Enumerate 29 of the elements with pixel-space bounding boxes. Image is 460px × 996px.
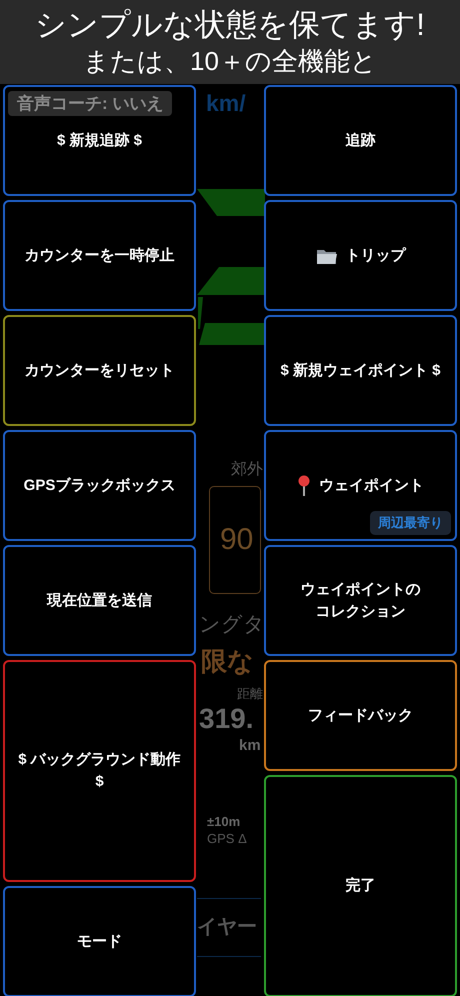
menu-button[interactable]: 現在位置を送信 [3,545,196,656]
accuracy-value: ±10m [207,814,240,829]
menu-button[interactable]: トリップ [264,200,457,311]
menu-button[interactable]: GPSブラックボックス [3,430,196,541]
menu-button[interactable]: カウンターをリセット [3,315,196,426]
menu-button[interactable]: 完了 [264,775,457,996]
subheadline: または、10＋の全機能と [83,45,377,78]
layer-label: イヤー [197,898,261,957]
pin-icon [297,474,311,496]
menu-button[interactable]: 追跡 [264,85,457,196]
menu-button[interactable]: ウェイポイントのコレクション [264,545,457,656]
distance-unit: km [239,737,261,754]
speed-limit-box: 90 [209,486,261,594]
menu-button[interactable]: $ 新規ウェイポイント $ [264,315,457,426]
menu-button[interactable]: $ バックグラウンド動作 $ [3,660,196,882]
voice-coach-badge: 音声コーチ: いいえ [8,91,172,116]
heading-text: ングタ [199,612,265,638]
nearest-badge: 周辺最寄り [370,511,451,535]
speed-unit: km/ [206,90,246,117]
headline: シンプルな状態を保てます! [35,6,425,44]
distance-value: 319. [199,703,254,735]
gps-label: GPS Δ [207,831,247,846]
menu-button[interactable]: モード [3,886,196,996]
distance-label: 距離 [237,685,263,703]
menu-button[interactable]: カウンターを一時停止 [3,200,196,311]
menu-button[interactable]: フィードバック [264,660,457,771]
zone-label: 郊外 [231,460,263,480]
limit-text: 限な [201,645,254,678]
menu-button[interactable]: ウェイポイント 周辺最寄り [264,430,457,541]
